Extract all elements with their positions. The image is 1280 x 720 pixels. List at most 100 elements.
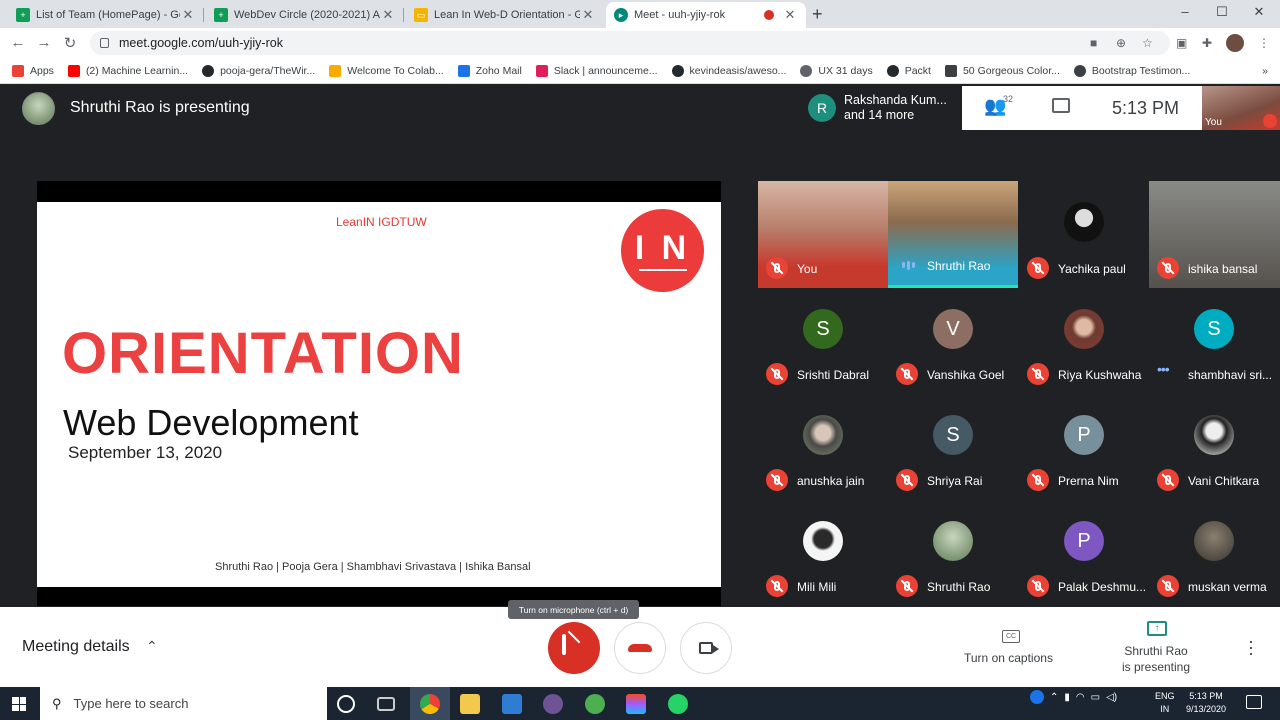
github-desktop-icon[interactable] xyxy=(543,694,563,714)
calendar-icon[interactable] xyxy=(502,694,522,714)
sheets-icon: + xyxy=(214,8,228,22)
participant-name: anushka jain xyxy=(797,474,865,488)
participant-tile[interactable]: muskan verma xyxy=(1149,500,1280,606)
chevron-up-icon[interactable]: ⌃ xyxy=(1050,692,1058,703)
self-view-thumbnail[interactable]: You xyxy=(1202,86,1280,130)
mic-off-icon xyxy=(896,575,918,597)
menu-icon[interactable]: ⋮ xyxy=(1258,36,1270,50)
reload-icon[interactable]: ↻ xyxy=(60,34,80,52)
meeting-details-button[interactable]: Meeting details xyxy=(22,638,130,656)
participant-name: Prerna Nim xyxy=(1058,474,1119,488)
mic-off-icon xyxy=(1263,114,1277,128)
participant-tile[interactable]: Shruthi Rao xyxy=(888,500,1018,606)
browser-tab[interactable]: + List of Team (HomePage) - Google ✕ xyxy=(8,2,204,28)
bookmark-item[interactable]: pooja-gera/TheWir... xyxy=(202,64,315,77)
cortana-icon[interactable] xyxy=(337,695,355,713)
more-options-icon[interactable]: · · · xyxy=(1248,632,1254,662)
file-explorer-icon[interactable] xyxy=(460,694,480,714)
bookmark-item[interactable]: 50 Gorgeous Color... xyxy=(944,64,1060,77)
help-icon[interactable] xyxy=(1030,690,1044,704)
participant-tile[interactable]: Vani Chitkara xyxy=(1149,394,1280,500)
present-icon[interactable]: ↑ xyxy=(1147,621,1167,636)
close-tab-icon[interactable]: ✕ xyxy=(380,7,396,23)
bookmark-item[interactable]: Slack | announceme... xyxy=(535,64,658,77)
volume-icon[interactable]: ◁) xyxy=(1106,692,1117,703)
browser-tab[interactable]: + WebDev Circle (2020-2021) Atten ✕ xyxy=(206,2,404,28)
forward-icon[interactable]: → xyxy=(34,34,54,51)
participant-tile[interactable]: anushka jain xyxy=(758,394,888,500)
notification-icon[interactable] xyxy=(1246,695,1262,709)
back-icon[interactable]: ← xyxy=(8,34,28,51)
browser-tab-active[interactable]: ▸ Meet - uuh-yjiy-rok ✕ xyxy=(606,2,806,28)
close-tab-icon[interactable]: ✕ xyxy=(580,7,596,23)
battery-icon[interactable]: ▭ xyxy=(1091,692,1100,703)
presenting-button[interactable]: Shruthi Rao is presenting xyxy=(1120,643,1192,675)
chevron-up-icon[interactable]: ⌃ xyxy=(146,638,158,655)
participant-tile[interactable]: S Shriya Rai xyxy=(888,394,1018,500)
maximize-button[interactable]: ☐ xyxy=(1207,4,1237,20)
star-icon[interactable]: ☆ xyxy=(1142,36,1153,50)
participant-tile[interactable]: Yachika paul xyxy=(1019,181,1149,288)
minimize-button[interactable]: – xyxy=(1170,4,1200,19)
extension-icon[interactable]: ▣ xyxy=(1176,36,1187,50)
participant-tile[interactable]: Mili Mili xyxy=(758,500,888,606)
avatar: V xyxy=(933,309,973,349)
participant-name: Shruthi Rao xyxy=(927,259,991,273)
mic-off-icon xyxy=(1157,575,1179,597)
participant-name: Srishti Dabral xyxy=(797,368,870,382)
participant-tile[interactable]: Shruthi Rao xyxy=(888,181,1018,288)
close-tab-icon[interactable]: ✕ xyxy=(782,7,798,23)
avatar: S xyxy=(1194,309,1234,349)
slide-heading: ORIENTATION xyxy=(62,321,464,386)
app-icon[interactable] xyxy=(585,694,605,714)
microphone-toggle-button[interactable] xyxy=(548,622,600,674)
bookmark-item[interactable]: Welcome To Colab... xyxy=(329,64,444,77)
mic-off-icon xyxy=(562,630,586,660)
participant-tile[interactable]: ishika bansal xyxy=(1149,181,1280,288)
profile-avatar[interactable] xyxy=(1226,34,1244,52)
participant-tile[interactable]: S Srishti Dabral xyxy=(758,288,888,394)
bookmark-item[interactable]: Packt xyxy=(886,64,931,77)
slide-date: September 13, 2020 xyxy=(68,443,223,462)
figma-icon[interactable] xyxy=(626,694,646,714)
taskbar-clock[interactable]: 5:13 PM 9/13/2020 xyxy=(1186,690,1226,716)
windows-start-icon[interactable] xyxy=(12,697,26,711)
participant-tile[interactable]: Riya Kushwaha xyxy=(1019,288,1149,394)
participant-tile[interactable]: V Vanshika Goel xyxy=(888,288,1018,394)
url-input[interactable]: meet.google.com/uuh-yjiy-rok xyxy=(90,31,1170,55)
task-view-icon[interactable] xyxy=(377,697,395,711)
bookmark-item[interactable]: UX 31 days xyxy=(800,64,873,77)
captions-button[interactable]: Turn on captions xyxy=(964,651,1053,665)
participant-tile[interactable]: You xyxy=(758,181,888,288)
bookmarks-overflow-icon[interactable]: » xyxy=(1262,65,1268,77)
camera-toggle-button[interactable] xyxy=(680,622,732,674)
new-tab-button[interactable]: + xyxy=(812,4,823,25)
bootstrap-icon xyxy=(1073,64,1086,77)
captions-icon[interactable]: CC xyxy=(1002,630,1020,643)
whatsapp-icon[interactable] xyxy=(668,694,688,714)
wifi-icon[interactable]: ◠ xyxy=(1076,692,1085,703)
bookmark-item[interactable]: Zoho Mail xyxy=(457,64,522,77)
close-tab-icon[interactable]: ✕ xyxy=(180,7,196,23)
puzzle-icon[interactable]: ✚ xyxy=(1202,36,1212,50)
browser-tab[interactable]: ▭ Lean In Web-D Orientation - Goo ✕ xyxy=(406,2,604,28)
participant-name: Shriya Rai xyxy=(927,474,983,488)
leave-call-button[interactable] xyxy=(614,622,666,674)
bookmark-item[interactable]: kevindeasis/aweso... xyxy=(671,64,786,77)
taskbar-search-input[interactable]: ⚲ Type here to search xyxy=(40,687,327,720)
meet-icon: ▸ xyxy=(614,8,628,22)
participant-tile[interactable]: P Palak Deshmu... xyxy=(1019,500,1149,606)
camera-icon[interactable]: ■ xyxy=(1090,36,1097,50)
mic-off-icon xyxy=(896,363,918,385)
chat-icon[interactable] xyxy=(1052,98,1070,113)
bookmark-item[interactable]: Apps xyxy=(12,64,54,77)
bookmark-item[interactable]: Bootstrap Testimon... xyxy=(1073,64,1190,77)
more-options-icon[interactable]: ••• xyxy=(1157,361,1170,377)
participant-tile[interactable]: S ••• shambhavi sri... xyxy=(1149,288,1280,394)
language-indicator[interactable]: ENG IN xyxy=(1155,690,1175,716)
close-window-button[interactable]: ✕ xyxy=(1244,4,1274,20)
zoom-icon[interactable]: ⊕ xyxy=(1116,36,1126,50)
raised-hands-panel[interactable]: R Rakshanda Kum... and 14 more xyxy=(802,86,962,130)
bookmark-item[interactable]: (2) Machine Learnin... xyxy=(67,64,188,77)
participant-tile[interactable]: P Prerna Nim xyxy=(1019,394,1149,500)
